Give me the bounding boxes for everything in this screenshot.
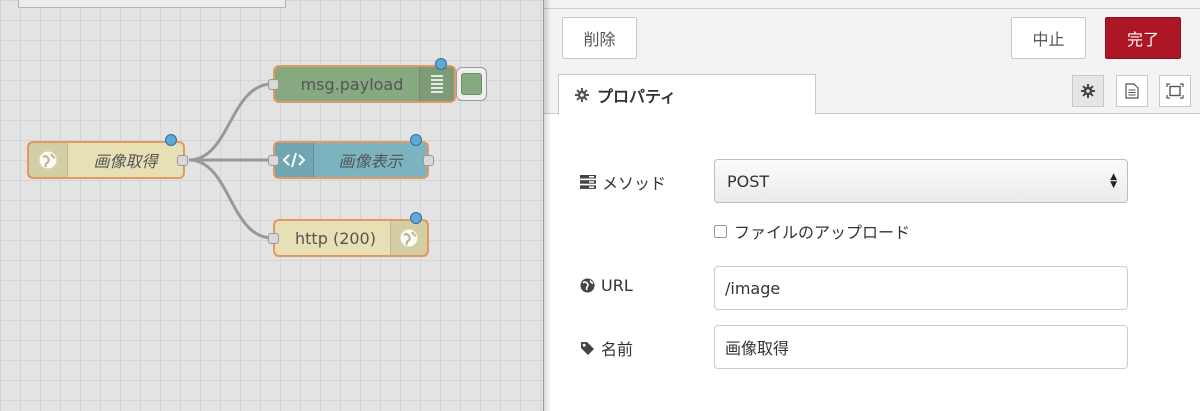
node-template[interactable]: 画像表示: [268, 134, 434, 179]
settings-tab-button[interactable]: [1072, 75, 1104, 107]
changed-indicator: [410, 212, 422, 224]
upload-checkbox[interactable]: [714, 224, 727, 238]
upload-label: ファイルのアップロード: [734, 223, 911, 242]
changed-indicator: [435, 58, 447, 70]
tray-tabs: プロパティ: [544, 69, 1200, 115]
done-button[interactable]: 完了: [1105, 17, 1181, 59]
gear-icon: [1081, 84, 1095, 98]
method-label-row: メソッド: [580, 170, 666, 194]
output-port[interactable]: [177, 155, 188, 166]
upload-checkbox-row[interactable]: ファイルのアップロード: [714, 219, 910, 243]
code-icon: [275, 143, 314, 177]
gear-icon: [575, 88, 589, 102]
tab-properties-label: プロパティ: [597, 87, 677, 106]
node-label: 画像表示: [338, 152, 403, 171]
output-port[interactable]: [423, 155, 434, 166]
select-arrows-icon: ▲ ▼: [1110, 172, 1117, 190]
url-label: URL: [601, 276, 633, 295]
document-icon: [1125, 83, 1139, 99]
wires: [188, 82, 273, 240]
tab-properties[interactable]: プロパティ: [558, 74, 816, 115]
input-port[interactable]: [268, 233, 279, 244]
globe-icon: [29, 143, 68, 177]
method-value: POST: [727, 171, 770, 191]
node-http-in[interactable]: 画像取得: [27, 134, 188, 179]
tray-top-border: [544, 0, 1200, 9]
method-label: メソッド: [602, 174, 667, 193]
wire-to-response: [188, 158, 273, 240]
tray-toolbar: [544, 9, 1200, 69]
wire-to-debug: [188, 82, 273, 162]
tag-icon: [580, 341, 595, 356]
node-edit-tray: 削除 中止 完了 プロパティ メソッド POST ▲ ▼ ファイルのアップロード…: [543, 0, 1200, 411]
cancel-button[interactable]: 中止: [1011, 17, 1086, 59]
debug-toggle-button[interactable]: [456, 67, 487, 101]
debug-toggle-fill: [461, 73, 482, 95]
appearance-tab-button[interactable]: [1159, 75, 1191, 107]
globe-icon: [580, 278, 595, 293]
name-value: 画像取得: [725, 339, 790, 358]
node-label: http (200): [295, 228, 376, 248]
input-port[interactable]: [268, 79, 279, 90]
flow-workspace[interactable]: 画像取得 msg.payload 画像表示 http (200): [0, 0, 543, 411]
node-label: msg.payload: [300, 74, 404, 94]
name-input[interactable]: 画像取得: [714, 325, 1128, 369]
url-input[interactable]: /image: [714, 266, 1128, 310]
url-label-row: URL: [580, 276, 633, 295]
input-port[interactable]: [268, 155, 279, 166]
tray-shadow: [543, 0, 551, 411]
node-http-response[interactable]: http (200): [268, 212, 429, 257]
list-icon: [419, 67, 454, 101]
node-label: 画像取得: [93, 152, 158, 171]
node-debug[interactable]: msg.payload: [268, 58, 456, 103]
frame-icon: [1166, 83, 1184, 99]
changed-indicator: [410, 134, 422, 146]
url-value: /image: [725, 278, 781, 298]
changed-indicator: [165, 134, 177, 146]
tasks-icon: [580, 175, 596, 189]
name-label-row: 名前: [580, 336, 633, 360]
description-tab-button[interactable]: [1116, 75, 1148, 107]
method-select[interactable]: POST ▲ ▼: [714, 159, 1128, 203]
globe-icon: [390, 221, 427, 255]
delete-button[interactable]: 削除: [562, 17, 637, 59]
name-label: 名前: [601, 340, 634, 359]
